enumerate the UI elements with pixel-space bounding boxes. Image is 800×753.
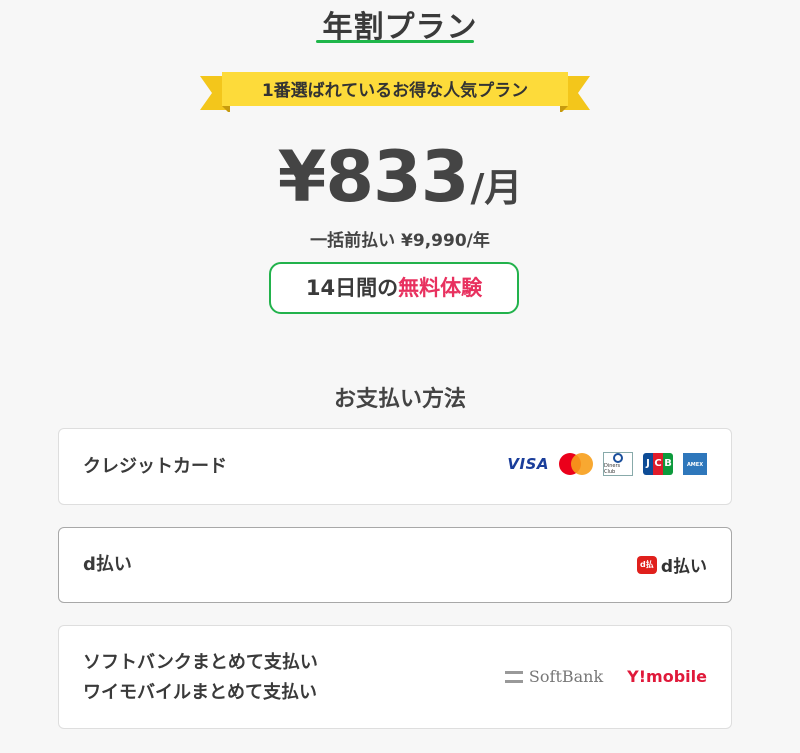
plan-title-underline <box>316 40 474 43</box>
payment-heading: お支払い方法 <box>333 387 466 412</box>
trial-prefix: 14日間の <box>305 276 399 300</box>
payment-label-d-barai: d払い <box>83 554 132 575</box>
payment-option-d-barai[interactable]: d払い d払い d払い <box>58 527 732 603</box>
carrier-logos: SoftBank Y!mobile <box>504 667 707 686</box>
payment-label-softbank: ソフトバンクまとめて支払い <box>83 652 318 673</box>
trial-highlight: 無料体験 <box>398 276 483 300</box>
free-trial-badge: 14日間の無料体験 <box>269 262 519 314</box>
softbank-logo: SoftBank <box>504 667 603 686</box>
payment-option-credit-card[interactable]: クレジットカード VISA Diners Club JCB AMEX <box>58 428 732 505</box>
payment-option-carrier-billing[interactable]: ソフトバンクまとめて支払い ワイモバイルまとめて支払い SoftBank Y!m… <box>58 625 732 729</box>
lump-sum-text: 一括前払い ¥9,990/年 <box>310 231 490 251</box>
visa-icon: VISA <box>507 455 549 473</box>
d-barai-logo-text: d払い <box>660 557 707 577</box>
softbank-bars-icon <box>504 670 523 683</box>
price-amount: ¥833 <box>277 136 470 218</box>
amex-icon: AMEX <box>683 453 707 475</box>
price-unit: /月 <box>470 166 523 210</box>
card-brand-logos: VISA Diners Club JCB AMEX <box>507 452 707 476</box>
d-barai-logo: d払い d払い <box>636 552 707 587</box>
mastercard-icon <box>559 453 593 475</box>
payment-label-ymobile: ワイモバイルまとめて支払い <box>83 682 317 703</box>
ymobile-logo: Y!mobile <box>627 667 707 686</box>
d-barai-badge-icon: d払い <box>636 555 657 587</box>
diners-club-icon: Diners Club <box>603 452 633 476</box>
price: ¥833/月 <box>0 136 800 218</box>
payment-label-credit-card: クレジットカード <box>83 456 227 477</box>
ribbon-text: 1番選ばれているお得な人気プラン <box>261 81 529 101</box>
jcb-icon: JCB <box>643 453 673 475</box>
